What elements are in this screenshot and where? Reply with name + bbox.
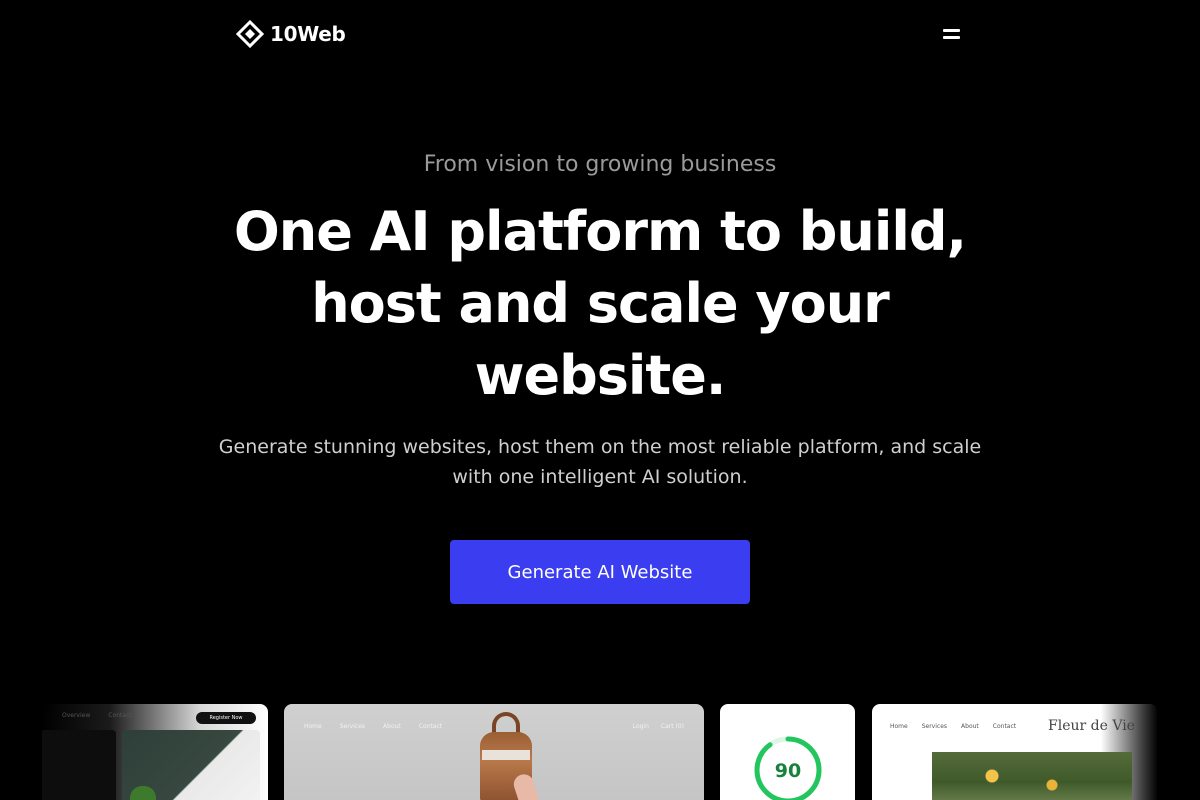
preview-card-4-nav: Home Services About Contact — [890, 723, 1016, 730]
preview-card-2-actions: Login Cart (0) — [633, 723, 684, 730]
preview-login-link: Login — [632, 723, 649, 730]
performance-score: 90 — [774, 760, 802, 782]
lemon-tree-image — [932, 752, 1132, 800]
preview-nav-item: Home — [890, 723, 908, 730]
website-previews: Overview Contact Register Now Home Servi… — [0, 704, 1200, 800]
preview-nav-item: Contact — [992, 723, 1017, 730]
preview-card-1: Overview Contact Register Now — [42, 704, 268, 800]
hero-headline: One AI platform to build, host and scale… — [233, 200, 967, 407]
preview-brand-name: Fleur de Vie — [1048, 718, 1135, 734]
preview-nav-item: About — [383, 723, 401, 730]
preview-card-4: Home Services About Contact Fleur de Vie — [872, 704, 1158, 800]
preview-nav-item: Services — [339, 723, 366, 730]
preview-register-button: Register Now — [196, 712, 256, 724]
hamburger-menu-icon[interactable] — [940, 26, 964, 44]
logo[interactable]: 10Web — [236, 20, 346, 48]
bag-band-image — [482, 750, 530, 760]
preview-nav-item: Contact — [108, 712, 132, 719]
hero-subtitle: Generate stunning websites, host them on… — [218, 436, 982, 488]
logo-text: 10Web — [270, 22, 346, 46]
preview-nav-item: Services — [921, 723, 948, 730]
hero-eyebrow: From vision to growing business — [423, 152, 777, 177]
preview-nav-item: About — [961, 723, 979, 730]
preview-card-2: Home Services About Contact Login Cart (… — [284, 704, 704, 800]
generate-ai-website-button[interactable]: Generate AI Website — [450, 540, 750, 604]
preview-nav-item: Overview — [62, 712, 91, 719]
top-navigation: 10Web — [0, 0, 1200, 68]
preview-nav-item: Home — [304, 723, 322, 730]
preview-card-2-nav: Home Services About Contact — [304, 723, 442, 730]
diamond-logo-icon — [236, 20, 264, 48]
preview-dark-panel — [42, 730, 116, 800]
preview-nav-item: Contact — [418, 723, 443, 730]
preview-card-1-nav: Overview Contact — [62, 712, 132, 719]
preview-card-3-score: 90 — [720, 704, 855, 800]
preview-cart-link: Cart (0) — [660, 723, 684, 730]
